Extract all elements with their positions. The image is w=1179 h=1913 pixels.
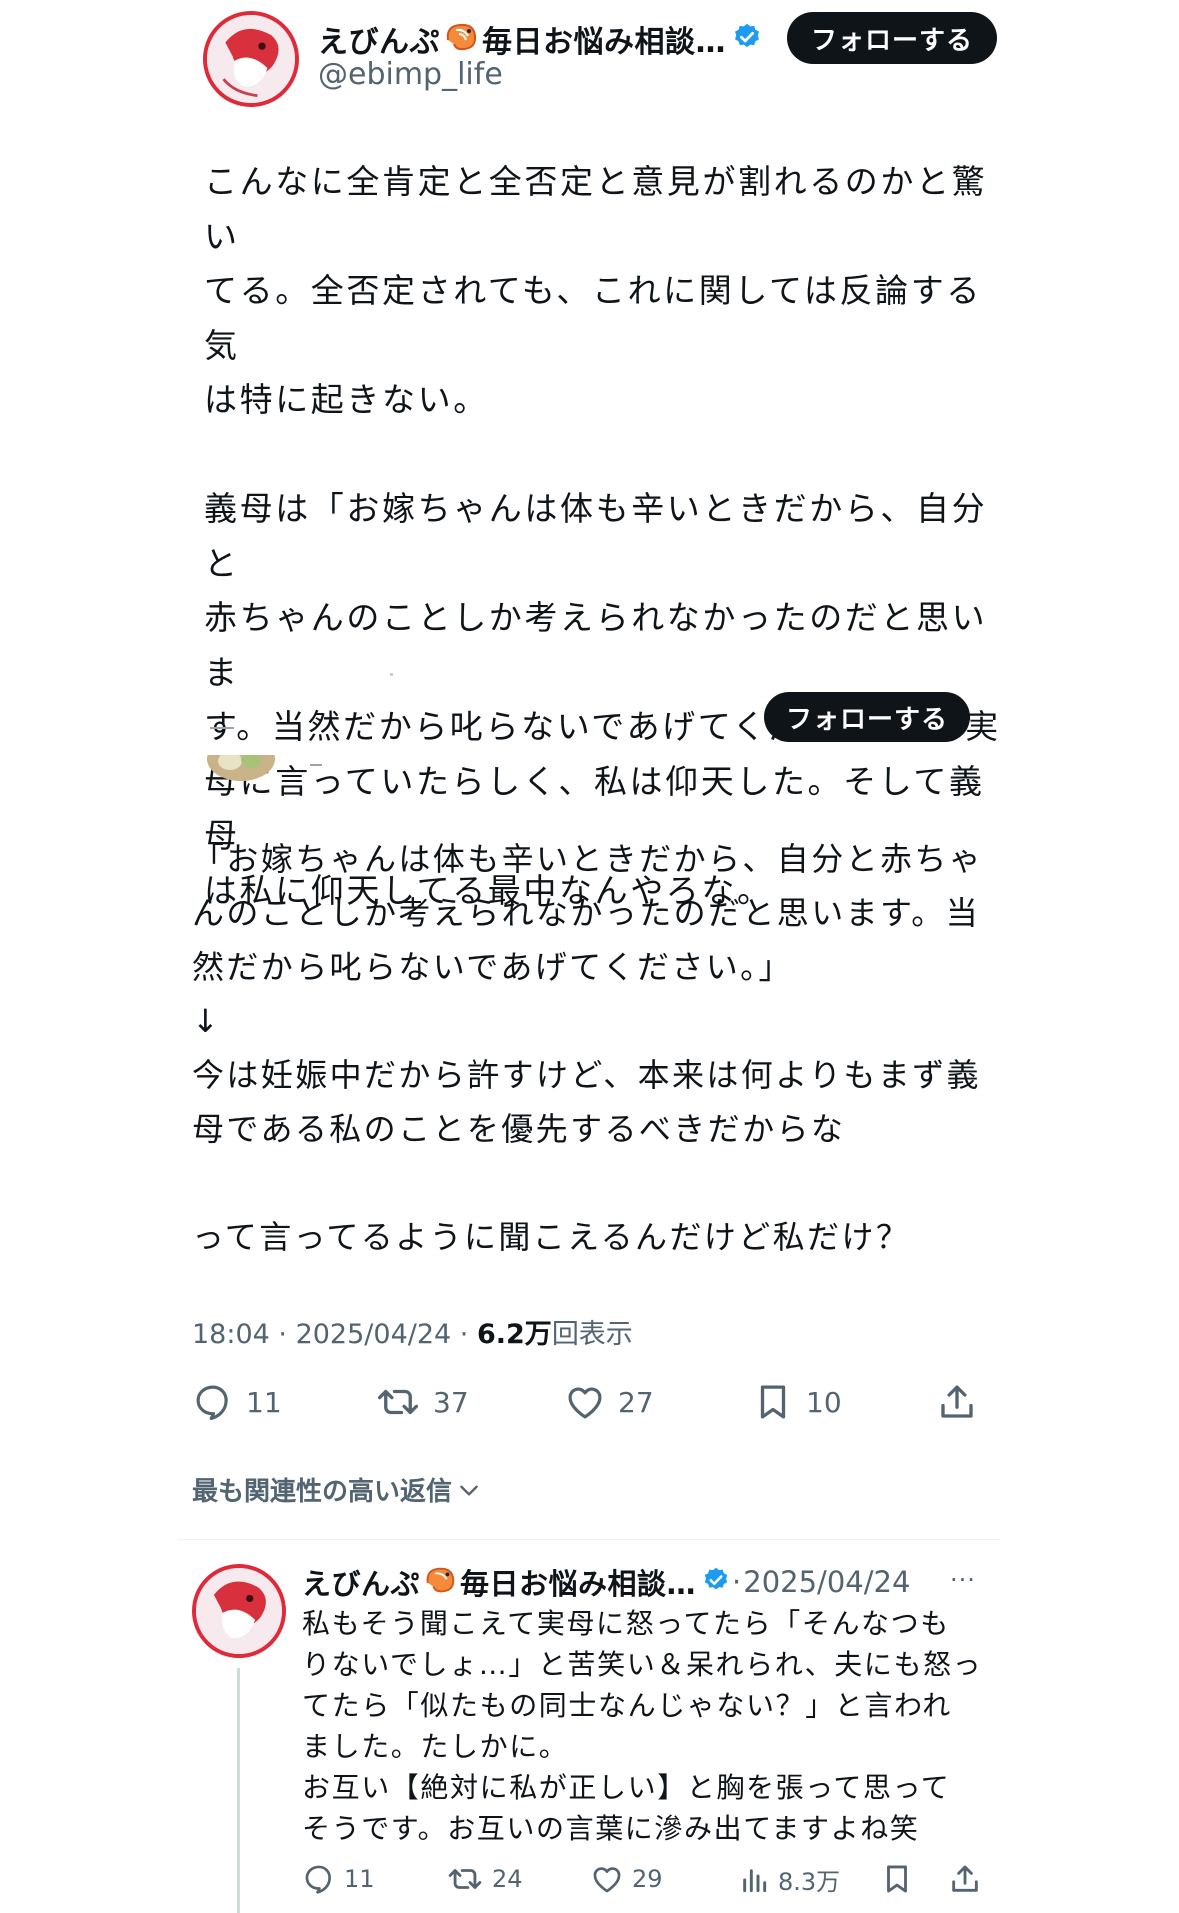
quoted-avatar [206,755,276,785]
quoted-follow-button[interactable]: フォローする [764,692,970,742]
quoted-avatar-image [207,755,275,781]
tweet-meta: 18:04 · 2025/04/24 · 6.2万回表示 [192,1319,633,1350]
author-name: えびんぷ [318,25,440,60]
bookmark-icon [760,1385,786,1419]
reply-date[interactable]: 2025/04/24 [743,1565,910,1599]
reply-verified-badge-icon [702,1566,730,1598]
verified-badge-icon [732,22,762,56]
redacted-name-mark [210,727,234,729]
like-icon [568,1387,602,1419]
reply-bookmark-icon [887,1865,907,1893]
reply-reply-count: 11 [344,1865,375,1893]
reply-like-count: 29 [632,1865,663,1893]
tweet-date: 2025/04/24 [295,1319,452,1350]
view-count-label: 回表示 [551,1319,633,1350]
reply-author-name: えびんぷ [302,1567,421,1601]
shrimp-emoji-icon [442,20,480,58]
retweet-icon [377,1389,419,1415]
reply-retweet-button[interactable]: 24 [446,1862,523,1896]
reply-sort-dropdown[interactable]: 最も関連性の高い返信 [192,1471,482,1508]
avatar-illustration [207,15,295,103]
reply-share-button[interactable] [948,1862,990,1896]
author-name-row[interactable]: えびんぷ 毎日お悩み相談… [318,18,762,60]
like-button[interactable]: 27 [564,1381,654,1423]
reply-like-icon [593,1867,621,1893]
quoted-tweet[interactable]: フォローする 「お嫁ちゃんは体も辛いときだから、自分と赤ちゃ んのことしか考えら… [190,660,1010,1280]
author-avatar[interactable] [203,11,299,107]
reply-views-button[interactable]: 8.3万 [738,1862,840,1897]
reply-author-name-suffix: 毎日お悩み相談… [460,1567,697,1601]
tweet-time: 18:04 [192,1319,270,1350]
reply-like-button[interactable]: 29 [590,1862,663,1896]
chevron-down-icon [460,1485,478,1496]
redacted-dot [390,673,393,676]
follow-button[interactable]: フォローする [787,12,997,64]
retweet-button[interactable]: 37 [375,1381,469,1423]
share-button[interactable] [936,1381,990,1423]
reply-button[interactable]: 11 [192,1381,282,1423]
reply-separator: · [732,1565,742,1599]
retweet-count: 37 [433,1385,469,1419]
reply-avatar[interactable] [192,1564,286,1658]
reply-reply-icon [305,1865,331,1894]
bookmark-count: 10 [806,1385,842,1419]
share-icon [941,1385,973,1418]
like-count: 27 [618,1385,654,1419]
view-count: 6.2万 [476,1319,552,1350]
reply-bookmark-button[interactable] [880,1862,922,1896]
reply-share-icon [952,1865,978,1892]
bookmark-button[interactable]: 10 [752,1381,842,1423]
reply-author-row[interactable]: えびんぷ 毎日お悩み相談… · 2025/04/24 [302,1562,910,1602]
reply-count: 11 [246,1385,282,1419]
thread-line [237,1668,240,1913]
reply-text: 私もそう聞こえて実母に怒ってたら「そんなつも りないでしょ…」と苦笑い＆呆れられ… [302,1607,983,1845]
quoted-tweet-text: 「お嫁ちゃんは体も辛いときだから、自分と赤ちゃ んのことしか考えられなかったのだ… [192,840,984,1256]
reply-shrimp-emoji-icon [422,1564,458,1600]
reply-avatar-illustration [196,1568,282,1654]
author-handle[interactable]: @ebimp_life [318,57,503,92]
reply-views-count: 8.3万 [778,1868,841,1896]
section-divider [178,1539,1000,1540]
views-icon [743,1868,767,1892]
reply-icon [196,1385,228,1421]
redacted-handle-mark [310,764,322,766]
reply-retweet-count: 24 [492,1865,523,1893]
reply-retweet-icon [448,1869,482,1889]
reply-reply-button[interactable]: 11 [302,1862,375,1896]
reply-sort-label: 最も関連性の高い返信 [192,1477,453,1507]
author-name-suffix: 毎日お悩み相談… [482,25,726,60]
more-icon[interactable]: ··· [950,1566,976,1594]
